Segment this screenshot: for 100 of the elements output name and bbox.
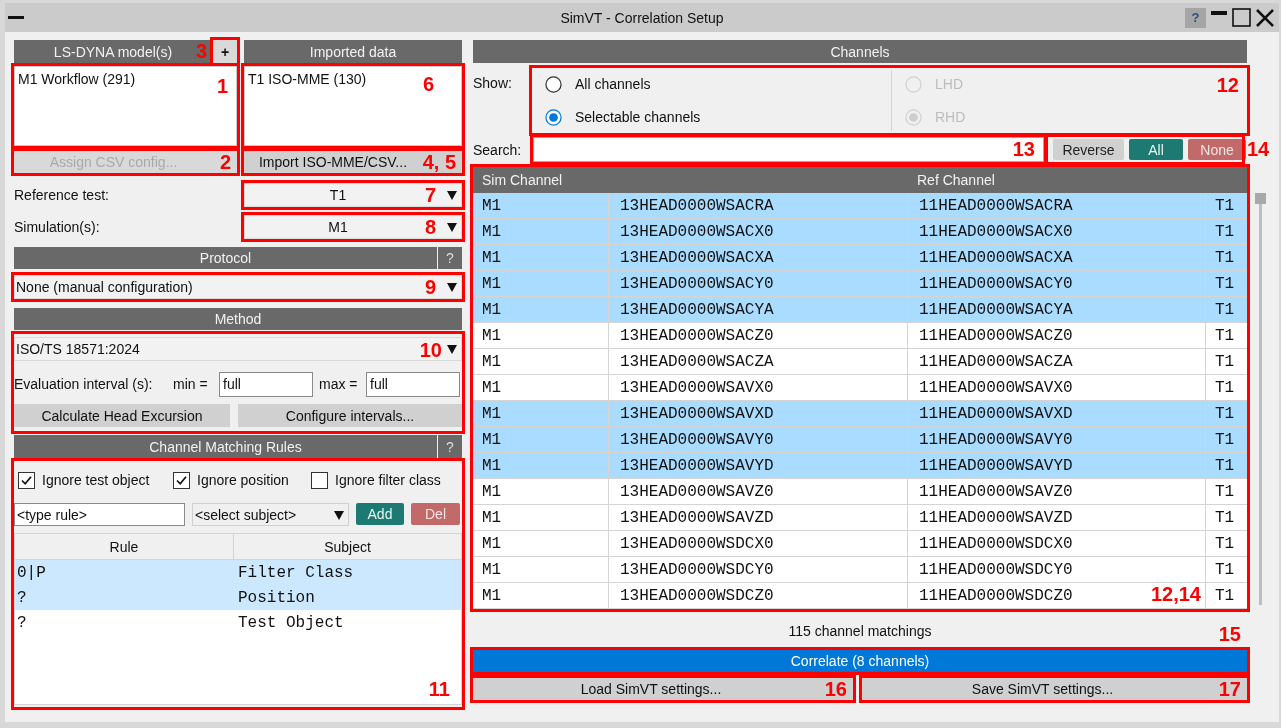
table-cell: 13HEAD0000WSACY0 <box>609 271 908 296</box>
action-button[interactable]: Calculate Head Excursion <box>14 404 230 427</box>
table-cell: 13HEAD0000WSACYA <box>609 297 908 322</box>
table-row[interactable]: M1 13HEAD0000WSACY0 11HEAD0000WSACY0 T1 <box>473 271 1247 297</box>
table-row[interactable]: M1 13HEAD0000WSACRA 11HEAD0000WSACRA T1 <box>473 193 1247 219</box>
table-row[interactable]: M1 13HEAD0000WSAVXD 11HEAD0000WSAVXD T1 <box>473 401 1247 427</box>
field-label: Reference test: <box>14 187 110 203</box>
table-cell: 13HEAD0000WSDCZ0 <box>609 583 908 608</box>
table-cell-text: Test Object <box>237 613 345 632</box>
table-cell: M1 <box>473 349 609 374</box>
selection-button[interactable]: All <box>1129 139 1183 160</box>
table-row[interactable]: M1 13HEAD0000WSACXA 11HEAD0000WSACXA T1 <box>473 245 1247 271</box>
table-row[interactable]: M1 13HEAD0000WSDCX0 11HEAD0000WSDCX0 T1 <box>473 531 1247 557</box>
scrollbar-thumb[interactable] <box>1255 193 1266 204</box>
table-cell-text: Filter Class <box>237 563 355 582</box>
correlate-button[interactable]: Correlate (8 channels) <box>473 650 1247 672</box>
table-cell-text: T1 <box>1214 533 1236 555</box>
rule-button[interactable]: Add <box>356 503 404 525</box>
list-item[interactable]: M1 Workflow (291) <box>18 70 136 88</box>
dropdown-arrow-icon <box>334 509 344 520</box>
table-cell: M1 <box>473 375 609 400</box>
table-row[interactable]: M1 13HEAD0000WSAVZD 11HEAD0000WSAVZD T1 <box>473 505 1247 531</box>
radio-label[interactable]: All channels <box>575 76 651 92</box>
table-cell-text: T1 <box>1214 455 1236 477</box>
callout-number: 4, 5 <box>422 151 456 173</box>
table-cell: M1 <box>473 245 609 270</box>
table-cell: 11HEAD0000WSACRA <box>908 193 1206 218</box>
subject-dropdown[interactable]: <select subject> <box>192 503 349 526</box>
column-header[interactable]: Sim Channel <box>473 167 609 193</box>
table-cell-text: T1 <box>1214 507 1236 529</box>
close-icon[interactable] <box>1256 8 1274 27</box>
table-cell: M1 <box>473 219 609 244</box>
table-cell-text: T1 <box>1214 247 1236 269</box>
callout-number: 12,14 <box>1150 583 1201 605</box>
checkbox-label[interactable]: Ignore filter class <box>335 472 441 488</box>
table-row[interactable]: M1 13HEAD0000WSAVX0 11HEAD0000WSAVX0 T1 <box>473 375 1247 401</box>
column-header[interactable]: Ref Channel <box>908 167 1206 193</box>
field-label: Show: <box>473 74 513 93</box>
field-label: Evaluation interval (s): <box>14 376 154 392</box>
checkbox-label[interactable]: Ignore position <box>197 472 289 488</box>
table-cell-text: Position <box>237 588 316 607</box>
table-row[interactable]: M1 13HEAD0000WSAVZ0 11HEAD0000WSAVZ0 T1 <box>473 479 1247 505</box>
add-model-button[interactable]: + <box>213 40 237 63</box>
callout-number: 15 <box>1218 623 1241 645</box>
table-cell-text: T1 <box>1214 273 1236 295</box>
table-row[interactable]: M1 13HEAD0000WSAVYD 11HEAD0000WSAVYD T1 <box>473 453 1247 479</box>
help-button[interactable]: ? <box>438 435 462 458</box>
table-cell: M1 <box>473 479 609 504</box>
table-cell: 11HEAD0000WSAVZD <box>908 505 1206 530</box>
table-cell: M1 <box>473 427 609 452</box>
column-header[interactable]: Subject <box>234 534 461 559</box>
table-cell: 11HEAD0000WSAVZ0 <box>908 479 1206 504</box>
callout-number: 16 <box>824 678 847 700</box>
radio-button[interactable] <box>545 108 562 126</box>
table-row[interactable]: M1 13HEAD0000WSACX0 11HEAD0000WSACX0 T1 <box>473 219 1247 245</box>
callout-number: 1 <box>216 75 228 97</box>
table-row[interactable]: M1 13HEAD0000WSACYA 11HEAD0000WSACYA T1 <box>473 297 1247 323</box>
callout-number: 8 <box>424 216 436 238</box>
callout-number: 14 <box>1247 138 1270 160</box>
table-cell: 13HEAD0000WSDCX0 <box>609 531 908 556</box>
callout-number: 2 <box>219 151 231 173</box>
table-cell-text: ? <box>16 613 28 632</box>
table-cell-text: T1 <box>1214 325 1236 347</box>
table-cell: 13HEAD0000WSAVZ0 <box>609 479 908 504</box>
table-cell: 13HEAD0000WSAVX0 <box>609 375 908 400</box>
dropdown-arrow-icon <box>447 282 457 292</box>
window-title: SimVT - Correlation Setup <box>560 9 724 26</box>
table-row[interactable]: M1 13HEAD0000WSAVY0 11HEAD0000WSAVY0 T1 <box>473 427 1247 453</box>
search-field[interactable] <box>533 137 1044 162</box>
max-field[interactable]: full <box>366 371 460 397</box>
checkbox[interactable] <box>311 471 328 489</box>
min-field[interactable]: full <box>219 371 313 397</box>
table-cell: 11HEAD0000WSAVX0 <box>908 375 1206 400</box>
section-header: Imported data <box>244 40 462 63</box>
checkbox[interactable] <box>173 471 190 489</box>
table-row[interactable]: ? Test Object <box>15 610 461 635</box>
callout-number: 6 <box>422 73 434 95</box>
table-row[interactable]: ? Position <box>15 585 461 610</box>
checkbox[interactable] <box>18 471 35 489</box>
selection-button[interactable]: Reverse <box>1053 139 1124 160</box>
list-item[interactable]: T1 ISO-MME (130) <box>248 70 367 88</box>
table-row[interactable]: 0|P Filter Class <box>15 560 461 585</box>
radio-button[interactable] <box>545 75 562 93</box>
table-cell-text: T1 <box>1214 195 1236 217</box>
checkbox-label[interactable]: Ignore test object <box>42 472 150 488</box>
table-cell: 11HEAD0000WSDCY0 <box>908 557 1206 582</box>
table-cell: 13HEAD0000WSACRA <box>609 193 908 218</box>
table-cell: 11HEAD0000WSACZA <box>908 349 1206 374</box>
rule-field[interactable]: <type rule> <box>14 503 185 526</box>
action-button[interactable]: Configure intervals... <box>238 404 462 427</box>
maximize-icon[interactable] <box>1232 8 1251 27</box>
radio-label[interactable]: Selectable channels <box>575 109 701 125</box>
table-cell-text: 0|P <box>16 563 47 582</box>
column-header[interactable]: Rule <box>15 534 234 559</box>
table-cell: 13HEAD0000WSACZ0 <box>609 323 908 348</box>
table-row[interactable]: M1 13HEAD0000WSACZ0 11HEAD0000WSACZ0 T1 <box>473 323 1247 349</box>
table-row[interactable]: M1 13HEAD0000WSACZA 11HEAD0000WSACZA T1 <box>473 349 1247 375</box>
table-row[interactable]: M1 13HEAD0000WSDCY0 11HEAD0000WSDCY0 T1 <box>473 557 1247 583</box>
section-header: Protocol <box>14 247 437 269</box>
help-button[interactable]: ? <box>438 247 462 269</box>
